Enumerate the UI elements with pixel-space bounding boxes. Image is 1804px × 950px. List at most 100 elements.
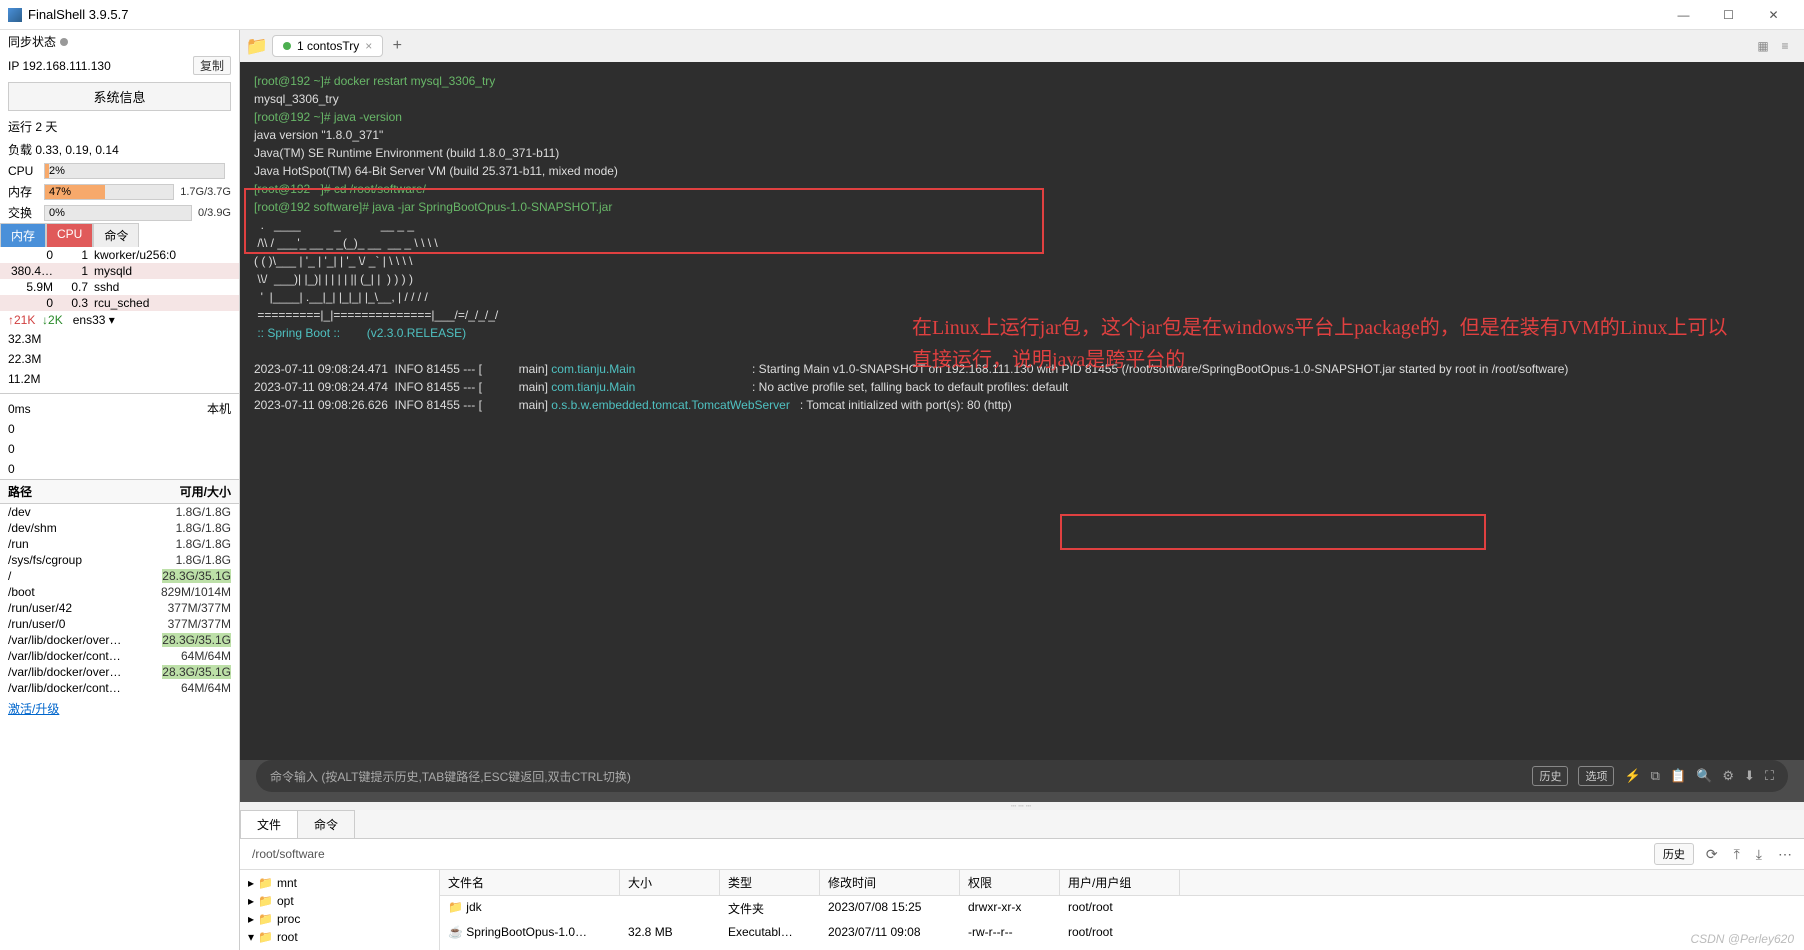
download-icon[interactable]: ⬇ bbox=[1744, 768, 1755, 784]
net-iface[interactable]: ens33 ▾ bbox=[73, 313, 115, 327]
latency-row: 0ms 本机 bbox=[0, 398, 239, 419]
cpu-bar: 2% bbox=[44, 163, 225, 179]
path-row[interactable]: /run1.8G/1.8G bbox=[0, 536, 239, 552]
bottom-tab-file[interactable]: 文件 bbox=[240, 810, 298, 838]
gear-icon[interactable]: ⚙ bbox=[1722, 768, 1734, 784]
ip-label: IP 192.168.111.130 bbox=[8, 59, 111, 73]
folder-tree[interactable]: ▸📁mnt ▸📁opt ▸📁proc ▾📁root bbox=[240, 870, 440, 950]
latency-host: 本机 bbox=[207, 400, 231, 417]
process-table: 01kworker/u256:0 380.4…1mysqld 5.9M0.7ss… bbox=[0, 247, 239, 311]
path-row[interactable]: /dev1.8G/1.8G bbox=[0, 504, 239, 520]
swap-label: 交换 bbox=[8, 204, 44, 221]
annotation-text: 在Linux上运行jar包，这个jar包是在windows平台上package的… bbox=[912, 312, 1732, 376]
swap-metric: 交换 0% 0/3.9G bbox=[0, 202, 239, 223]
path-row[interactable]: /run/user/0377M/377M bbox=[0, 616, 239, 632]
refresh-icon[interactable]: ⟳ bbox=[1702, 846, 1722, 863]
swap-value: 0/3.9G bbox=[198, 207, 231, 219]
mem-label: 内存 bbox=[8, 183, 44, 200]
latency-ms: 0ms bbox=[8, 402, 31, 416]
sync-dot-icon bbox=[60, 38, 68, 46]
folder-icon: 📁 bbox=[258, 894, 273, 908]
maximize-button[interactable]: ☐ bbox=[1706, 1, 1751, 29]
session-tab[interactable]: 1 contosTry × bbox=[272, 35, 383, 57]
tree-item: ▾📁root bbox=[244, 928, 435, 946]
tab-cpu[interactable]: CPU bbox=[46, 223, 93, 247]
command-bar: 命令输入 (按ALT键提示历史,TAB键路径,ESC键返回,双击CTRL切换) … bbox=[256, 760, 1788, 792]
cpu-metric: CPU 2% bbox=[0, 161, 239, 181]
path-row[interactable]: /var/lib/docker/cont…64M/64M bbox=[0, 648, 239, 664]
tab-cmd[interactable]: 命令 bbox=[93, 223, 139, 247]
list-icon[interactable]: ≡ bbox=[1776, 37, 1794, 55]
command-input[interactable]: 命令输入 (按ALT键提示历史,TAB键路径,ESC键返回,双击CTRL切换) bbox=[270, 768, 1522, 785]
activate-link[interactable]: 激活/升级 bbox=[0, 696, 239, 721]
drag-handle[interactable]: ┄┄┄ bbox=[240, 802, 1804, 810]
net-down: ↓2K bbox=[42, 313, 63, 327]
history-button[interactable]: 历史 bbox=[1532, 766, 1568, 786]
mem-bar: 47% bbox=[44, 184, 174, 200]
sync-status-row: 同步状态 bbox=[0, 30, 239, 53]
status-dot-icon bbox=[283, 42, 291, 50]
path-row[interactable]: /var/lib/docker/over…28.3G/35.1G bbox=[0, 664, 239, 680]
tree-item: ▸📁proc bbox=[244, 910, 435, 928]
bottom-tab-cmd[interactable]: 命令 bbox=[297, 810, 355, 838]
net-up: ↑21K bbox=[8, 313, 35, 327]
path-row[interactable]: /dev/shm1.8G/1.8G bbox=[0, 520, 239, 536]
path-row[interactable]: /sys/fs/cgroup1.8G/1.8G bbox=[0, 552, 239, 568]
path-history-button[interactable]: 历史 bbox=[1654, 843, 1694, 865]
swap-bar: 0% bbox=[44, 205, 192, 221]
grid-icon[interactable]: ▦ bbox=[1754, 37, 1772, 55]
file-icon: 📁 bbox=[448, 900, 463, 914]
copy-button[interactable]: 复制 bbox=[193, 56, 231, 75]
net-row: ↑21K ↓2K ens33 ▾ bbox=[0, 311, 239, 329]
path-row[interactable]: /var/lib/docker/cont…64M/64M bbox=[0, 680, 239, 696]
mem-value: 1.7G/3.7G bbox=[180, 186, 231, 198]
sync-status-label: 同步状态 bbox=[8, 33, 56, 50]
system-info-button[interactable]: 系统信息 bbox=[8, 82, 231, 111]
path-row[interactable]: /var/lib/docker/over…28.3G/35.1G bbox=[0, 632, 239, 648]
path-row[interactable]: /boot829M/1014M bbox=[0, 584, 239, 600]
file-list-header: 文件名 大小 类型 修改时间 权限 用户/用户组 bbox=[440, 870, 1804, 896]
session-tab-label: 1 contosTry bbox=[297, 39, 359, 53]
tree-item: ▸📁mnt bbox=[244, 874, 435, 892]
folder-icon[interactable]: 📁 bbox=[246, 36, 268, 56]
download-file-icon[interactable]: ⤓ bbox=[1752, 846, 1766, 863]
breadcrumb[interactable]: /root/software bbox=[248, 845, 1646, 863]
tab-close-icon[interactable]: × bbox=[365, 39, 372, 53]
sidebar: 同步状态 IP 192.168.111.130 复制 系统信息 运行 2 天 负… bbox=[0, 30, 240, 950]
close-button[interactable]: ✕ bbox=[1751, 1, 1796, 29]
uptime-label: 运行 2 天 bbox=[8, 118, 57, 135]
path-list: /dev1.8G/1.8G/dev/shm1.8G/1.8G/run1.8G/1… bbox=[0, 504, 239, 696]
session-tabbar: 📁 1 contosTry × + ▦ ≡ bbox=[240, 30, 1804, 62]
options-button[interactable]: 选项 bbox=[1578, 766, 1614, 786]
paste-icon[interactable]: 📋 bbox=[1670, 768, 1686, 784]
bottom-panel: 文件 命令 /root/software 历史 ⟳ ⤒ ⤓ ⋯ ▸📁mnt ▸📁… bbox=[240, 810, 1804, 950]
folder-icon: 📁 bbox=[258, 912, 273, 926]
more-icon[interactable]: ⋯ bbox=[1774, 846, 1796, 863]
upload-icon[interactable]: ⤒ bbox=[1730, 846, 1744, 863]
folder-icon: 📁 bbox=[258, 930, 273, 944]
file-row[interactable]: ☕ SpringBootOpus-1.0…32.8 MBExecutabl…20… bbox=[440, 921, 1804, 943]
fullscreen-icon[interactable]: ⛶ bbox=[1765, 768, 1774, 784]
file-row[interactable]: 📁 jdk文件夹2023/07/08 15:25drwxr-xr-xroot/r… bbox=[440, 896, 1804, 921]
file-list: 文件名 大小 类型 修改时间 权限 用户/用户组 📁 jdk文件夹2023/07… bbox=[440, 870, 1804, 950]
tab-mem[interactable]: 内存 bbox=[0, 223, 46, 247]
search-icon[interactable]: 🔍 bbox=[1696, 768, 1712, 784]
process-tabs: 内存 CPU 命令 bbox=[0, 223, 239, 247]
titlebar: FinalShell 3.9.5.7 — ☐ ✕ bbox=[0, 0, 1804, 30]
watermark: CSDN @Perley620 bbox=[1690, 932, 1794, 946]
add-tab-button[interactable]: + bbox=[387, 36, 407, 56]
highlight-box bbox=[1060, 514, 1486, 550]
cpu-label: CPU bbox=[8, 164, 44, 178]
path-header: 路径 可用/大小 bbox=[0, 479, 239, 504]
app-logo-icon bbox=[8, 8, 22, 22]
copy-icon[interactable]: ⧉ bbox=[1651, 768, 1660, 784]
bolt-icon[interactable]: ⚡ bbox=[1624, 768, 1640, 784]
ip-row: IP 192.168.111.130 复制 bbox=[0, 53, 239, 78]
minimize-button[interactable]: — bbox=[1661, 1, 1706, 29]
mem-metric: 内存 47% 1.7G/3.7G bbox=[0, 181, 239, 202]
path-row[interactable]: /28.3G/35.1G bbox=[0, 568, 239, 584]
path-row[interactable]: /run/user/42377M/377M bbox=[0, 600, 239, 616]
file-icon: ☕ bbox=[448, 925, 463, 939]
terminal[interactable]: [root@192 ~]# docker restart mysql_3306_… bbox=[240, 62, 1804, 760]
window-title: FinalShell 3.9.5.7 bbox=[28, 7, 1661, 22]
